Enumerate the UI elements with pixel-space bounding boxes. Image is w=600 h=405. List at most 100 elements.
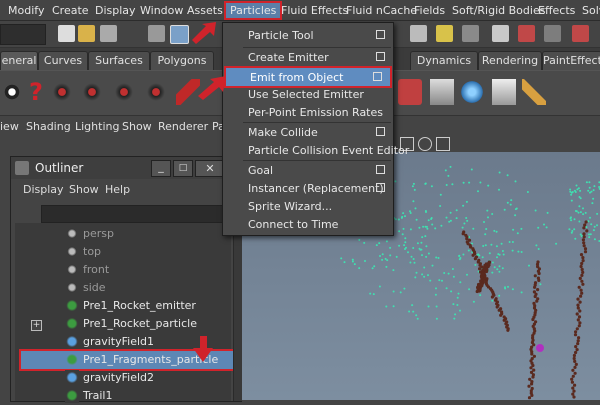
option-box-icon[interactable] — [376, 127, 385, 136]
option-box-icon[interactable] — [376, 183, 385, 192]
tab-general[interactable]: eneral — [0, 51, 38, 70]
magnet-icon[interactable] — [518, 25, 535, 42]
rigid-body-icon[interactable] — [398, 79, 422, 105]
list-item-label: persp — [83, 227, 114, 240]
new-scene-icon[interactable] — [58, 25, 75, 42]
field-icon[interactable] — [80, 79, 104, 105]
paint-brush-icon[interactable] — [522, 79, 546, 105]
camera-icon — [65, 226, 79, 241]
particle-icon — [65, 316, 79, 331]
emitter-icon[interactable] — [50, 79, 74, 105]
list-item[interactable]: gravityField2 — [15, 369, 231, 387]
menu-item-create-emitter[interactable]: Create Emitter — [223, 48, 393, 66]
panel-menu-shading[interactable]: Shading — [26, 120, 71, 133]
particle-tool-icon[interactable] — [0, 79, 24, 105]
sphere-icon[interactable] — [460, 79, 484, 105]
cube-icon[interactable] — [430, 79, 454, 105]
panel-menu-renderer[interactable]: Renderer — [158, 120, 208, 133]
menu-display[interactable]: Display — [95, 4, 136, 17]
menu-fluid-ncache[interactable]: Fluid nCache — [346, 4, 417, 17]
tab-rendering[interactable]: Rendering — [478, 51, 542, 70]
option-box-icon[interactable] — [376, 165, 385, 174]
select-hierarchy-icon[interactable] — [148, 25, 165, 42]
menu-item-make-collide[interactable]: Make Collide — [223, 123, 393, 141]
menu-soft-rigid-bodies[interactable]: Soft/Rigid Bodies — [452, 4, 545, 17]
outliner-title-bar[interactable]: Outliner _ □ ✕ — [11, 157, 241, 179]
mode-selector[interactable] — [0, 24, 46, 45]
open-scene-icon[interactable] — [78, 25, 95, 42]
render-icon[interactable] — [544, 25, 561, 42]
list-item-label: front — [83, 263, 110, 276]
menu-item-particle-collision-event-editor[interactable]: Particle Collision Event Editor — [223, 141, 409, 159]
panel-menu-lighting[interactable]: Lighting — [75, 120, 119, 133]
minimize-icon[interactable]: _ — [151, 160, 171, 177]
panel-menu-view[interactable]: iew — [0, 120, 19, 133]
option-box-icon[interactable] — [373, 72, 382, 81]
outliner-menu-help[interactable]: Help — [105, 183, 130, 196]
outliner-menu-display[interactable]: Display — [23, 183, 64, 196]
particle-icon — [65, 352, 79, 367]
main-menu-bar: Modify Create Display Window Assets Part… — [0, 0, 600, 21]
panel-menu-show[interactable]: Show — [122, 120, 152, 133]
menu-item-use-selected-emitter[interactable]: Use Selected Emitter — [223, 85, 393, 103]
menu-solvers[interactable]: Solv — [582, 4, 600, 17]
list-item[interactable]: top — [15, 243, 231, 261]
close-icon[interactable]: ✕ — [195, 160, 225, 177]
list-item[interactable]: front — [15, 261, 231, 279]
tab-polygons[interactable]: Polygons — [150, 51, 214, 70]
expand-icon[interactable]: + — [31, 320, 42, 331]
outliner-icon — [15, 161, 29, 175]
emitter-icon — [65, 298, 79, 313]
share-icon[interactable] — [436, 137, 450, 151]
menu-item-connect-to-time[interactable]: Connect to Time — [223, 215, 393, 233]
menu-particles[interactable]: Particles — [224, 1, 283, 20]
maximize-icon[interactable]: □ — [173, 160, 193, 177]
menu-item-per-point-emission-rates[interactable]: Per-Point Emission Rates — [223, 103, 393, 121]
list-item-label: Pre1_Rocket_particle — [83, 317, 197, 330]
list-item[interactable]: Pre1_Rocket_emitter — [15, 297, 231, 315]
grid-cube-icon[interactable] — [492, 79, 516, 105]
snap-icon[interactable] — [410, 25, 427, 42]
tab-curves[interactable]: Curves — [38, 51, 88, 70]
menu-fluid-effects[interactable]: Fluid Effects — [281, 4, 348, 17]
goal-icon[interactable] — [144, 79, 168, 105]
list-item[interactable]: side — [15, 279, 231, 297]
menu-create[interactable]: Create — [52, 4, 89, 17]
list-item[interactable]: Trail1 — [15, 387, 231, 405]
save-scene-icon[interactable] — [100, 25, 117, 42]
outliner-scrollbar[interactable] — [233, 223, 242, 401]
tab-surfaces[interactable]: Surfaces — [88, 51, 150, 70]
lock-icon[interactable] — [436, 25, 453, 42]
help-icon[interactable]: ? — [24, 79, 48, 105]
menu-item-instancer-replacement[interactable]: Instancer (Replacement) — [223, 179, 393, 197]
outliner-menu-show[interactable]: Show — [69, 183, 99, 196]
option-box-icon[interactable] — [376, 30, 385, 39]
menu-item-particle-tool[interactable]: Particle Tool — [223, 26, 393, 44]
menu-fields[interactable]: Fields — [414, 4, 445, 17]
outliner-title: Outliner — [35, 161, 84, 175]
list-item[interactable]: + Pre1_Rocket_particle — [15, 315, 231, 333]
input-ops-icon[interactable] — [492, 25, 509, 42]
isolate-icon[interactable] — [418, 137, 432, 151]
history-icon[interactable] — [462, 25, 479, 42]
menu-item-sprite-wizard[interactable]: Sprite Wizard... — [223, 197, 393, 215]
trail-icon — [65, 388, 79, 403]
camera-icon — [65, 280, 79, 295]
menu-modify[interactable]: Modify — [8, 4, 44, 17]
outliner-filter-input[interactable] — [41, 205, 235, 223]
menu-window[interactable]: Window — [140, 4, 183, 17]
list-item-label: gravityField1 — [83, 335, 155, 348]
menu-effects[interactable]: Effects — [538, 4, 575, 17]
list-item[interactable]: persp — [15, 225, 231, 243]
tab-dynamics[interactable]: Dynamics — [410, 51, 478, 70]
annotation-arrow-icon — [193, 336, 213, 362]
option-box-icon[interactable] — [376, 52, 385, 61]
menu-item-goal[interactable]: Goal — [223, 161, 393, 179]
collide-icon[interactable] — [112, 79, 136, 105]
menu-assets[interactable]: Assets — [187, 4, 223, 17]
list-item-label: top — [83, 245, 102, 258]
list-item-label: gravityField2 — [83, 371, 155, 384]
snap-curve-icon[interactable] — [572, 25, 589, 42]
select-object-icon[interactable] — [170, 25, 189, 44]
tab-painteffects[interactable]: PaintEffect — [542, 51, 600, 70]
